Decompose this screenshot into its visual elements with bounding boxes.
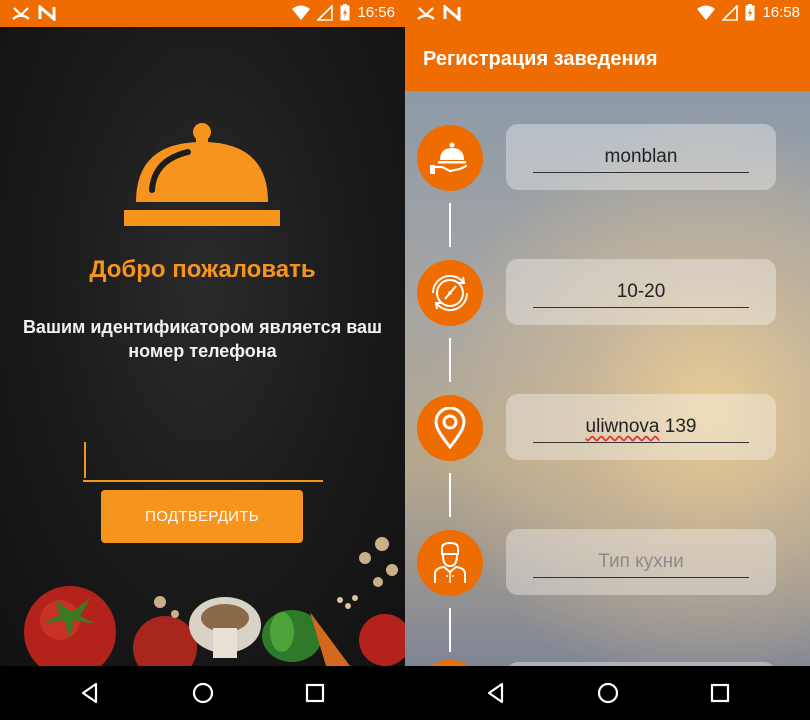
- battery-charging-icon: [340, 4, 350, 21]
- chef-icon: [434, 542, 466, 583]
- step-circle-address: [417, 395, 483, 461]
- waiter-cloche-icon: [430, 142, 468, 174]
- page-title: Регистрация заведения: [423, 48, 658, 70]
- text-cursor: [84, 442, 86, 478]
- recents-icon[interactable]: [301, 679, 329, 707]
- step-circle-name: [417, 125, 483, 191]
- timeline-connector: [449, 338, 451, 382]
- status-bar: 16:58: [405, 0, 810, 27]
- field-underline: [533, 442, 749, 443]
- address-field-card[interactable]: uliwnova 139: [506, 394, 776, 460]
- back-icon[interactable]: [482, 679, 510, 707]
- cuisine-field-card[interactable]: Тип кухни: [506, 529, 776, 595]
- status-bar: 16:56: [0, 0, 405, 27]
- missed-call-icon: [417, 7, 435, 20]
- wifi-icon: [697, 5, 716, 20]
- home-icon[interactable]: [594, 679, 622, 707]
- timeline-connector: [449, 203, 451, 247]
- misspelled-word: uliwnova: [585, 416, 660, 437]
- timeline-connector: [449, 473, 451, 517]
- registration-screen: 16:58 Регистрация заведения monblan 10-2…: [405, 0, 810, 720]
- battery-charging-icon: [745, 4, 755, 21]
- clock-time-icon: [431, 274, 469, 312]
- name-field-card[interactable]: monblan: [506, 124, 776, 190]
- navigation-bar: [405, 666, 810, 720]
- field-underline: [533, 307, 749, 308]
- status-time: 16:56: [357, 4, 395, 21]
- cloche-logo-icon: [124, 123, 280, 226]
- hours-field-card[interactable]: 10-20: [506, 259, 776, 325]
- wifi-icon: [292, 5, 311, 20]
- location-pin-icon: [434, 407, 466, 449]
- phone-input[interactable]: [83, 440, 323, 482]
- back-icon[interactable]: [76, 679, 104, 707]
- status-time: 16:58: [762, 4, 800, 21]
- cuisine-field-placeholder[interactable]: Тип кухни: [533, 551, 749, 573]
- step-circle-cuisine: [417, 530, 483, 596]
- identifier-description: Вашим идентификатором является ваш номер…: [22, 317, 383, 361]
- n-notification-icon: [443, 5, 461, 21]
- home-icon[interactable]: [189, 679, 217, 707]
- no-signal-icon: [317, 4, 334, 21]
- field-underline: [533, 172, 749, 173]
- name-field-value[interactable]: monblan: [533, 146, 749, 168]
- no-signal-icon: [722, 4, 739, 21]
- missed-call-icon: [12, 7, 30, 20]
- step-circle-hours: [417, 260, 483, 326]
- address-field-value[interactable]: uliwnova 139: [533, 416, 749, 438]
- welcome-screen: 16:56 Добро пожаловать Вашим идентификат…: [0, 0, 405, 720]
- navigation-bar: [0, 666, 405, 720]
- app-bar: Регистрация заведения: [405, 27, 810, 91]
- hours-field-value[interactable]: 10-20: [533, 281, 749, 303]
- address-number: 139: [659, 416, 697, 437]
- field-underline: [533, 577, 749, 578]
- n-notification-icon: [38, 5, 56, 21]
- timeline-connector: [449, 608, 451, 652]
- welcome-title: Добро пожаловать: [89, 256, 316, 283]
- recents-icon[interactable]: [706, 679, 734, 707]
- vegetables-decoration: [24, 537, 405, 666]
